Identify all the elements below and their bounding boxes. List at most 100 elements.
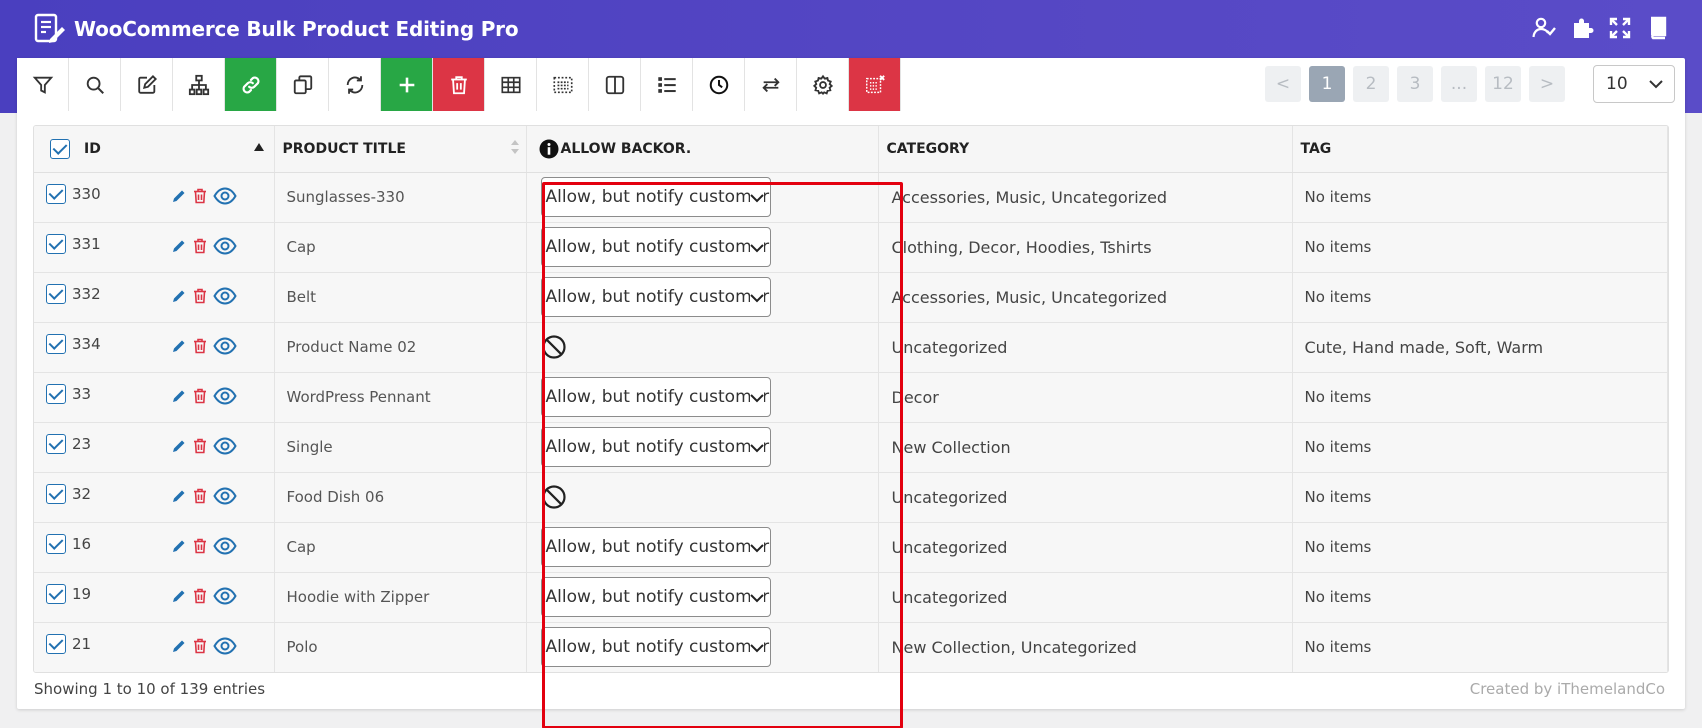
delete-icon[interactable] bbox=[193, 438, 207, 454]
product-title[interactable]: Food Dish 06 bbox=[274, 472, 527, 523]
column-header-backorders[interactable]: ALLOW BACKOR. bbox=[526, 126, 879, 173]
taxonomy-button[interactable] bbox=[173, 58, 225, 111]
eye-icon[interactable] bbox=[213, 186, 237, 205]
product-title[interactable]: Cap bbox=[274, 222, 527, 273]
list-view-button[interactable] bbox=[641, 58, 693, 111]
category-cell[interactable]: New Collection, Uncategorized bbox=[878, 622, 1293, 672]
delete-icon[interactable] bbox=[193, 588, 207, 604]
product-title[interactable]: WordPress Pennant bbox=[274, 372, 527, 423]
tag-cell[interactable]: No items bbox=[1292, 222, 1668, 273]
delete-icon[interactable] bbox=[193, 188, 207, 204]
eye-icon[interactable] bbox=[213, 236, 237, 255]
tag-cell[interactable]: No items bbox=[1292, 372, 1668, 423]
category-cell[interactable]: New Collection bbox=[878, 422, 1293, 473]
delete-icon[interactable] bbox=[193, 238, 207, 254]
add-product-button[interactable] bbox=[381, 58, 433, 111]
backorders-select[interactable]: Allow, but notify customer bbox=[540, 427, 771, 467]
row-checkbox[interactable] bbox=[46, 633, 66, 654]
row-checkbox[interactable] bbox=[46, 533, 66, 554]
category-cell[interactable]: Uncategorized bbox=[878, 322, 1293, 373]
row-checkbox[interactable] bbox=[46, 433, 66, 454]
reload-button[interactable] bbox=[329, 58, 381, 111]
product-title[interactable]: Sunglasses-330 bbox=[274, 172, 527, 223]
fullscreen-icon[interactable] bbox=[1608, 16, 1632, 40]
row-checkbox[interactable] bbox=[46, 333, 66, 354]
eye-icon[interactable] bbox=[213, 286, 237, 305]
product-title[interactable]: Product Name 02 bbox=[274, 322, 527, 373]
eye-icon[interactable] bbox=[213, 436, 237, 455]
pagination-page-2[interactable]: 2 bbox=[1353, 66, 1389, 102]
backorders-select[interactable]: Allow, but notify customer bbox=[540, 577, 771, 617]
duplicate-button[interactable] bbox=[277, 58, 329, 111]
category-cell[interactable]: Accessories, Music, Uncategorized bbox=[878, 272, 1293, 323]
pagination-next[interactable]: > bbox=[1529, 66, 1565, 102]
eye-icon[interactable] bbox=[213, 486, 237, 505]
select-rows-button[interactable] bbox=[537, 58, 589, 111]
pencil-icon[interactable] bbox=[171, 588, 187, 604]
category-cell[interactable]: Accessories, Music, Uncategorized bbox=[878, 172, 1293, 223]
category-cell[interactable]: Uncategorized bbox=[878, 472, 1293, 523]
pencil-icon[interactable] bbox=[171, 288, 187, 304]
row-checkbox[interactable] bbox=[46, 233, 66, 254]
delete-icon[interactable] bbox=[193, 388, 207, 404]
info-icon[interactable] bbox=[539, 139, 559, 159]
history-button[interactable] bbox=[693, 58, 745, 111]
table-view-button[interactable] bbox=[485, 58, 537, 111]
column-header-id[interactable]: ID bbox=[34, 126, 275, 173]
row-checkbox[interactable] bbox=[46, 283, 66, 304]
column-header-category[interactable]: CATEGORY bbox=[878, 126, 1293, 173]
settings-button[interactable] bbox=[797, 58, 849, 111]
product-title[interactable]: Belt bbox=[274, 272, 527, 323]
row-checkbox[interactable] bbox=[46, 483, 66, 504]
swap-button[interactable] bbox=[745, 58, 797, 111]
search-button[interactable] bbox=[69, 58, 121, 111]
eye-icon[interactable] bbox=[213, 536, 237, 555]
delete-button[interactable] bbox=[433, 58, 485, 111]
product-title[interactable]: Polo bbox=[274, 622, 527, 672]
category-cell[interactable]: Uncategorized bbox=[878, 522, 1293, 573]
pagination-prev[interactable]: < bbox=[1265, 66, 1301, 102]
category-cell[interactable]: Clothing, Decor, Hoodies, Tshirts bbox=[878, 222, 1293, 273]
tag-cell[interactable]: No items bbox=[1292, 522, 1668, 573]
backorders-select[interactable]: Allow, but notify customer bbox=[540, 227, 771, 267]
user-check-icon[interactable] bbox=[1532, 16, 1556, 40]
pencil-icon[interactable] bbox=[171, 388, 187, 404]
backorders-select[interactable]: Allow, but notify customer bbox=[540, 277, 771, 317]
backorders-select[interactable]: Allow, but notify customer bbox=[540, 627, 771, 668]
pagination-page-1[interactable]: 1 bbox=[1309, 66, 1345, 102]
backorders-select[interactable]: Allow, but notify customer bbox=[540, 177, 771, 217]
select-all-checkbox[interactable] bbox=[50, 139, 70, 159]
tag-cell[interactable]: No items bbox=[1292, 572, 1668, 623]
tag-cell[interactable]: No items bbox=[1292, 472, 1668, 523]
pagination-page-3[interactable]: 3 bbox=[1397, 66, 1433, 102]
pencil-icon[interactable] bbox=[171, 238, 187, 254]
clear-selection-button[interactable] bbox=[849, 58, 901, 111]
pagination-page-12[interactable]: 12 bbox=[1485, 66, 1521, 102]
eye-icon[interactable] bbox=[213, 386, 237, 405]
pencil-icon[interactable] bbox=[171, 188, 187, 204]
column-manager-button[interactable] bbox=[589, 58, 641, 111]
puzzle-icon[interactable] bbox=[1570, 16, 1594, 40]
tag-cell[interactable]: No items bbox=[1292, 172, 1668, 223]
delete-icon[interactable] bbox=[193, 338, 207, 354]
row-checkbox[interactable] bbox=[46, 583, 66, 604]
row-checkbox[interactable] bbox=[46, 183, 66, 204]
link-button[interactable] bbox=[225, 58, 277, 111]
eye-icon[interactable] bbox=[213, 586, 237, 605]
backorders-select[interactable]: Allow, but notify customer bbox=[540, 527, 771, 567]
pencil-icon[interactable] bbox=[171, 638, 187, 654]
eye-icon[interactable] bbox=[213, 636, 237, 655]
pencil-icon[interactable] bbox=[171, 538, 187, 554]
delete-icon[interactable] bbox=[193, 488, 207, 504]
category-cell[interactable]: Decor bbox=[878, 372, 1293, 423]
pencil-icon[interactable] bbox=[171, 438, 187, 454]
pencil-icon[interactable] bbox=[171, 488, 187, 504]
tag-cell[interactable]: Cute, Hand made, Soft, Warm bbox=[1292, 322, 1668, 373]
backorders-select[interactable]: Allow, but notify customer bbox=[540, 377, 771, 417]
delete-icon[interactable] bbox=[193, 638, 207, 654]
per-page-select[interactable]: 10 bbox=[1593, 65, 1675, 103]
delete-icon[interactable] bbox=[193, 288, 207, 304]
product-title[interactable]: Hoodie with Zipper bbox=[274, 572, 527, 623]
filter-button[interactable] bbox=[17, 58, 69, 111]
bulk-edit-button[interactable] bbox=[121, 58, 173, 111]
